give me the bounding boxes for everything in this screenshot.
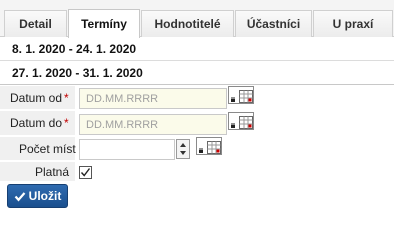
tab-u-praxi[interactable]: U praxí bbox=[313, 10, 393, 37]
tab-ucastnici[interactable]: Účastníci bbox=[235, 10, 312, 37]
tab-label: Detail bbox=[19, 17, 52, 31]
calendar-icon bbox=[231, 90, 253, 103]
tab-hodnotitele[interactable]: Hodnotitelé bbox=[141, 10, 234, 37]
tab-bar: Detail Termíny Hodnotitelé Účastníci U p… bbox=[0, 0, 394, 38]
valid-label: Platná bbox=[35, 165, 69, 179]
label-text: Počet míst bbox=[19, 142, 76, 156]
checkmark-icon bbox=[14, 191, 25, 201]
date-range-text: 27. 1. 2020 - 31. 1. 2020 bbox=[12, 65, 143, 80]
valid-checkbox[interactable] bbox=[79, 166, 92, 179]
tab-label: U praxí bbox=[332, 17, 374, 31]
tab-label: Účastníci bbox=[246, 17, 301, 31]
save-button[interactable]: Uložit bbox=[7, 184, 68, 208]
label-text: Datum od bbox=[10, 91, 63, 105]
date-to-label: Datum do * bbox=[10, 116, 69, 130]
calendar-icon bbox=[199, 141, 221, 154]
stepper-down-icon[interactable] bbox=[180, 151, 186, 155]
date-range-item[interactable]: 27. 1. 2020 - 31. 1. 2020 bbox=[0, 61, 394, 85]
tab-label: Hodnotitelé bbox=[154, 17, 221, 31]
date-from-label: Datum od * bbox=[10, 91, 69, 105]
places-input[interactable] bbox=[79, 139, 175, 160]
label-text: Datum do bbox=[10, 116, 63, 130]
date-from-input[interactable] bbox=[79, 88, 227, 109]
date-to-input[interactable] bbox=[79, 114, 227, 135]
places-stepper[interactable] bbox=[176, 139, 190, 159]
date-from-calendar-button[interactable] bbox=[228, 86, 254, 104]
places-picker-button[interactable] bbox=[196, 137, 222, 155]
checkmark-icon bbox=[80, 168, 91, 177]
tab-terminy[interactable]: Termíny bbox=[68, 9, 140, 38]
label-text: Platná bbox=[35, 165, 70, 179]
required-marker: * bbox=[64, 91, 69, 105]
date-range-item[interactable]: 8. 1. 2020 - 24. 1. 2020 bbox=[0, 37, 394, 61]
tab-label: Termíny bbox=[81, 17, 127, 31]
required-marker: * bbox=[64, 116, 69, 130]
stepper-up-icon[interactable] bbox=[180, 143, 186, 147]
date-range-text: 8. 1. 2020 - 24. 1. 2020 bbox=[12, 41, 137, 56]
date-to-calendar-button[interactable] bbox=[228, 112, 254, 130]
save-button-label: Uložit bbox=[28, 189, 62, 203]
places-label: Počet míst bbox=[19, 142, 76, 156]
tab-detail[interactable]: Detail bbox=[4, 10, 67, 37]
calendar-icon bbox=[231, 116, 253, 129]
